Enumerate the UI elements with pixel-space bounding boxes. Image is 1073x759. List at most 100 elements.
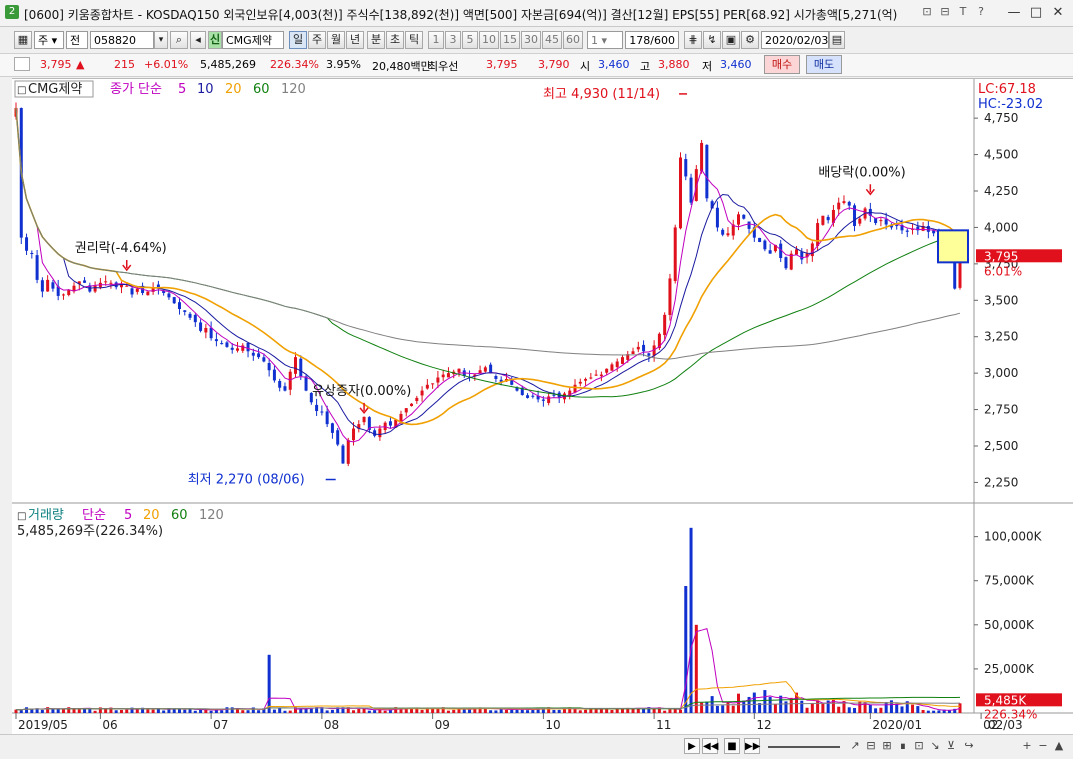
minute-3-button[interactable]: 3 xyxy=(445,31,461,49)
candle-body xyxy=(589,377,593,379)
volume-bar xyxy=(77,709,81,713)
candle-body xyxy=(257,353,261,358)
minute-1-button[interactable]: 1 xyxy=(428,31,444,49)
volume-bar xyxy=(752,692,756,713)
chart-layout-icon[interactable]: ▦ xyxy=(14,31,32,49)
candle-body xyxy=(294,357,298,374)
search-icon[interactable]: ⌕ xyxy=(170,31,188,49)
calendar-icon[interactable]: ▤ xyxy=(829,31,845,49)
x-tick-label: 2019/05 xyxy=(18,718,68,732)
candle-body xyxy=(410,403,414,407)
volume-bar xyxy=(325,710,329,713)
text-icon[interactable]: T xyxy=(956,5,970,19)
candle-body xyxy=(183,310,187,312)
candle-body xyxy=(678,157,682,229)
candle-body xyxy=(599,374,603,377)
zoom-in-icon[interactable]: + xyxy=(1020,738,1034,754)
volume-tick-label: 50,000K xyxy=(984,618,1035,632)
minute-60-button[interactable]: 60 xyxy=(563,31,583,49)
candle-body xyxy=(615,361,619,368)
price-tick-label: 3,250 xyxy=(984,330,1018,344)
volume-bar xyxy=(605,708,609,713)
scroll-last-button[interactable]: ▶▶ xyxy=(744,738,760,754)
minute-45-button[interactable]: 45 xyxy=(542,31,562,49)
maximize-icon[interactable]: □ xyxy=(1027,4,1045,22)
zoom-slider[interactable] xyxy=(768,746,840,748)
stock-code-input[interactable]: 058820 xyxy=(90,31,154,49)
candle-body xyxy=(673,227,677,281)
candle-type-icon[interactable]: ⋕ xyxy=(684,31,702,49)
indicator-icon[interactable]: ↯ xyxy=(703,31,721,49)
scroll-up-icon[interactable]: ▲ xyxy=(1052,738,1066,754)
settings-gear-icon[interactable]: ⚙ xyxy=(741,31,759,49)
interval-tick-button[interactable]: 틱 xyxy=(405,31,423,49)
left-strip xyxy=(0,78,12,734)
ma-line-5 xyxy=(15,107,961,443)
minute-10-button[interactable]: 10 xyxy=(479,31,499,49)
buy-button[interactable]: 매수 xyxy=(764,55,800,74)
volume-bar xyxy=(642,708,646,713)
split-view-icon[interactable]: ⊟ xyxy=(864,738,878,754)
filter-icon[interactable]: ⊻ xyxy=(944,738,958,754)
candle-body xyxy=(330,423,334,433)
price-volume-chart[interactable]: 2,2502,5002,7503,0003,2503,5003,7504,000… xyxy=(12,79,1073,735)
minute-30-button[interactable]: 30 xyxy=(521,31,541,49)
count-select-value: 1 xyxy=(591,34,598,47)
zoom-out-icon[interactable]: − xyxy=(1036,738,1050,754)
speaker-icon[interactable]: ◂ xyxy=(190,31,206,49)
grid-view-icon[interactable]: ⊞ xyxy=(880,738,894,754)
minute-15-button[interactable]: 15 xyxy=(500,31,520,49)
quote-checkbox[interactable] xyxy=(14,57,30,71)
trend-down-icon[interactable]: ↘ xyxy=(928,738,942,754)
stop-button[interactable]: ■ xyxy=(724,738,740,754)
interval-month-button[interactable]: 월 xyxy=(327,31,345,49)
draw-line-icon[interactable]: ↗ xyxy=(848,738,862,754)
save-icon[interactable]: ▣ xyxy=(722,31,740,49)
date-input[interactable]: 2020/02/03 xyxy=(761,31,829,49)
volume-bar xyxy=(663,710,667,713)
close-icon[interactable]: ✕ xyxy=(1049,4,1067,22)
candle-body xyxy=(926,225,930,232)
interval-second-button[interactable]: 초 xyxy=(386,31,404,49)
volume-bar xyxy=(715,705,719,713)
link-icon[interactable]: ⊡ xyxy=(920,5,934,19)
volume-bar xyxy=(773,703,777,713)
chart-area[interactable]: 2,250 2,500 2,750 3,000 3,250 3,500 3,750 4,000… xyxy=(12,78,1073,735)
help-icon[interactable]: ? xyxy=(974,5,988,19)
candle-body xyxy=(478,370,482,374)
hc-label: HC:-23.02 xyxy=(978,97,1043,112)
volume-bar xyxy=(884,701,888,713)
minimize-icon[interactable]: — xyxy=(1005,4,1023,22)
undo-icon[interactable]: ↪ xyxy=(962,738,976,754)
interval-day-button[interactable]: 일 xyxy=(289,31,307,49)
candle-body xyxy=(315,404,319,412)
market-select[interactable]: 전 xyxy=(66,31,88,49)
frame-view-icon[interactable]: ⊡ xyxy=(912,738,926,754)
scroll-first-button[interactable]: ◀◀ xyxy=(702,738,718,754)
scroll-right-button[interactable]: ▶ xyxy=(684,738,700,754)
best-ask: 3,795 xyxy=(486,58,518,71)
volume-legend-toggle-icon: □ xyxy=(17,511,26,522)
period-type-select[interactable]: 주 ▾ xyxy=(34,31,64,49)
period-type-value: 주 xyxy=(38,34,49,47)
count-select[interactable]: 1 ▾ xyxy=(587,31,623,49)
bar-view-icon[interactable]: ∎ xyxy=(896,738,910,754)
candle-body xyxy=(800,251,804,260)
print-icon[interactable]: ⊟ xyxy=(938,5,952,19)
candle-body xyxy=(684,159,688,177)
code-dropdown-icon[interactable]: ▾ xyxy=(154,31,168,49)
interval-minute-button[interactable]: 분 xyxy=(367,31,385,49)
candle-body xyxy=(204,327,208,333)
app-badge-icon: 2 xyxy=(5,5,19,19)
bottom-bar: ▶ ◀◀ ■ ▶▶ ↗ ⊟ ⊞ ∎ ⊡ ↘ ⊻ ↪ + − ▲ xyxy=(0,734,1073,759)
candle-body xyxy=(642,344,646,352)
volume-bar xyxy=(162,710,166,713)
sell-button[interactable]: 매도 xyxy=(806,55,842,74)
minute-5-button[interactable]: 5 xyxy=(462,31,478,49)
candle-body xyxy=(336,430,340,445)
interval-year-button[interactable]: 년 xyxy=(346,31,364,49)
turnover-rate: 3.95% xyxy=(326,58,361,71)
open-price: 3,460 xyxy=(598,58,630,71)
interval-week-button[interactable]: 주 xyxy=(308,31,326,49)
price-change-pct: +6.01% xyxy=(144,58,189,71)
